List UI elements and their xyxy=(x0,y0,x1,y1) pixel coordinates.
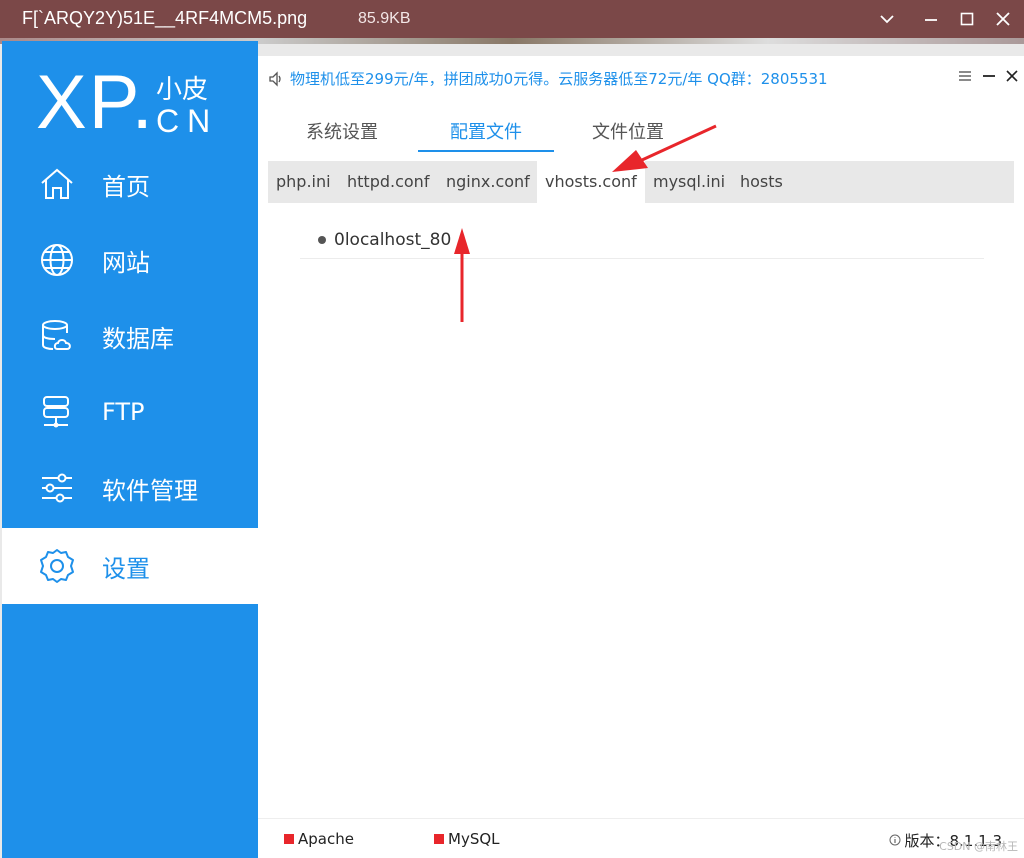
app-logo: XP. 小皮 CN xyxy=(36,61,236,141)
sidebar-item-label: FTP xyxy=(102,398,145,426)
minimize-icon[interactable] xyxy=(980,66,998,86)
viewer-filename: F[`ARQY2Y)51E__4RF4MCM5.png xyxy=(22,8,308,28)
sidebar-item-label: 数据库 xyxy=(102,324,174,353)
tab-system-settings[interactable]: 系统设置 xyxy=(286,118,398,152)
main-panel: 物理机低至299元/年，拼团成功0元得。云服务器低至72元/年 QQ群：2805… xyxy=(258,56,1024,858)
watermark: CSDN @南林王 xyxy=(939,840,1018,853)
logo-cn-text: CN xyxy=(156,103,219,139)
viewer-title-bar: F[`ARQY2Y)51E__4RF4MCM5.png 85.9KB xyxy=(0,0,1024,38)
list-item[interactable]: 0localhost_80 xyxy=(300,221,984,259)
sidebar-item-label: 设置 xyxy=(102,554,150,583)
bullet-icon xyxy=(318,235,326,244)
subtab-vhosts-conf[interactable]: vhosts.conf xyxy=(537,161,645,203)
sidebar-item-ftp[interactable]: FTP xyxy=(2,374,258,450)
tab-config-files[interactable]: 配置文件 xyxy=(418,118,554,152)
subtab-php-ini[interactable]: php.ini xyxy=(268,161,339,203)
chevron-down-icon[interactable] xyxy=(874,6,900,32)
service-label: Apache xyxy=(298,830,354,848)
sidebar-item-settings[interactable]: 设置 xyxy=(2,528,258,604)
menu-icon[interactable] xyxy=(956,66,974,86)
subtab-httpd-conf[interactable]: httpd.conf xyxy=(339,161,437,203)
database-icon xyxy=(38,317,76,355)
sidebar-item-software[interactable]: 软件管理 xyxy=(2,450,258,526)
stopped-indicator-icon xyxy=(284,834,294,844)
announcement-bar[interactable]: 物理机低至299元/年，拼团成功0元得。云服务器低至72元/年 QQ群：2805… xyxy=(268,68,828,89)
sliders-icon xyxy=(38,469,76,507)
gear-icon xyxy=(38,547,76,585)
tab-file-location[interactable]: 文件位置 xyxy=(572,118,684,152)
ftp-server-icon xyxy=(38,393,76,431)
info-icon xyxy=(889,832,901,850)
status-bar: Apache MySQL 版本： 8.1.1.3 CSDN @南林王 xyxy=(258,818,1024,858)
subtab-nginx-conf[interactable]: nginx.conf xyxy=(438,161,538,203)
service-mysql[interactable]: MySQL xyxy=(434,830,500,848)
close-icon[interactable] xyxy=(990,6,1016,32)
minimize-icon[interactable] xyxy=(918,6,944,32)
subtab-hosts[interactable]: hosts xyxy=(732,161,791,203)
file-name: 0localhost_80 xyxy=(334,229,452,250)
sidebar-item-home[interactable]: 首页 xyxy=(2,146,258,222)
viewer-filesize: 85.9KB xyxy=(358,10,411,27)
stopped-indicator-icon xyxy=(434,834,444,844)
config-file-tabs: php.ini httpd.conf nginx.conf vhosts.con… xyxy=(268,161,1014,203)
speaker-icon xyxy=(268,70,284,87)
sidebar: XP. 小皮 CN 首页 网站 数据库 FTP 软件管理 设置 xyxy=(2,41,258,858)
sidebar-item-label: 网站 xyxy=(102,248,150,277)
sidebar-item-label: 首页 xyxy=(102,172,150,201)
maximize-icon[interactable] xyxy=(954,6,980,32)
globe-icon xyxy=(38,241,76,279)
home-icon xyxy=(38,165,76,203)
subtab-mysql-ini[interactable]: mysql.ini xyxy=(645,161,733,203)
file-list: 0localhost_80 xyxy=(300,221,984,259)
announcement-text: 物理机低至299元/年，拼团成功0元得。云服务器低至72元/年 QQ群：2805… xyxy=(290,70,828,88)
logo-small-text: 小皮 xyxy=(156,75,209,105)
top-tabs: 系统设置 配置文件 文件位置 xyxy=(268,118,1008,154)
sidebar-item-website[interactable]: 网站 xyxy=(2,222,258,298)
close-icon[interactable] xyxy=(1003,66,1021,86)
logo-brand: XP. xyxy=(36,60,155,145)
service-apache[interactable]: Apache xyxy=(284,830,354,848)
service-label: MySQL xyxy=(448,830,500,848)
sidebar-item-database[interactable]: 数据库 xyxy=(2,298,258,374)
sidebar-item-label: 软件管理 xyxy=(102,476,198,505)
